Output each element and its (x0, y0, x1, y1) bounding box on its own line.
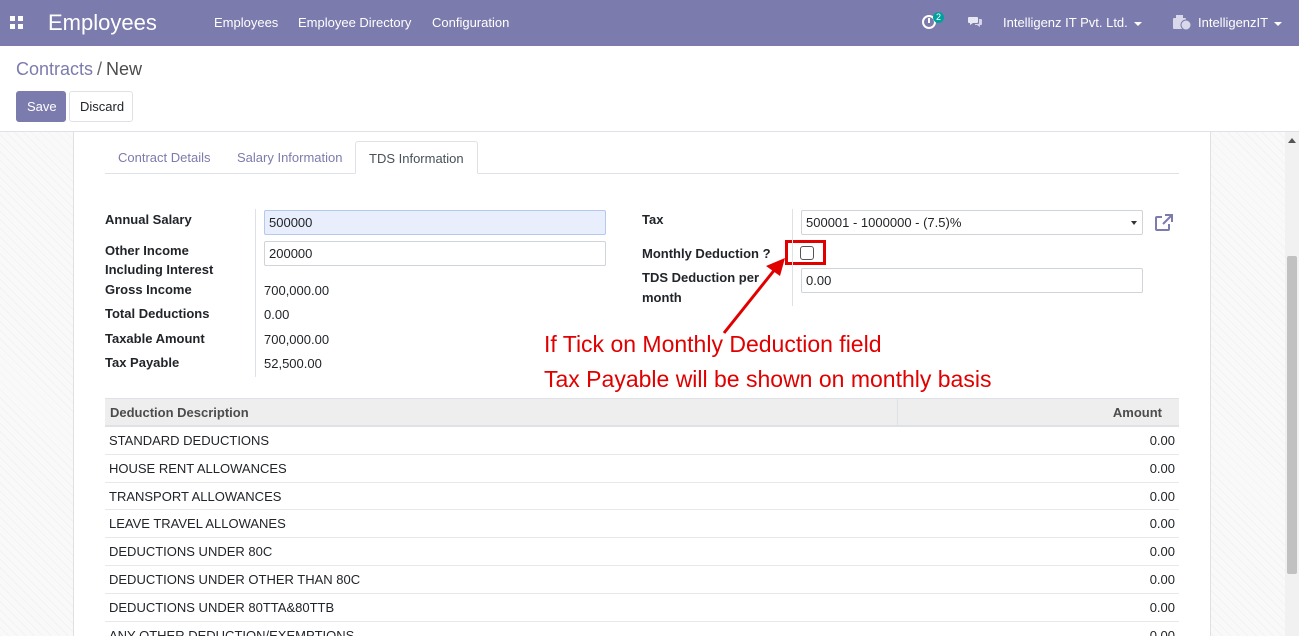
scroll-thumb[interactable] (1287, 256, 1297, 574)
deduction-description: DEDUCTIONS UNDER 80C (109, 544, 273, 560)
column-header-description[interactable]: Deduction Description (110, 399, 249, 426)
table-header: Deduction Description Amount (105, 398, 1179, 427)
tab-contract-details[interactable]: Contract Details (105, 141, 223, 174)
column-divider (897, 399, 898, 426)
discard-button[interactable]: Discard (69, 91, 133, 122)
monthly-deduction-label: Monthly Deduction ? (642, 246, 771, 261)
activity-badge: 2 (933, 12, 945, 23)
annual-salary-input[interactable]: 500000 (264, 210, 606, 235)
deduction-description: TRANSPORT ALLOWANCES (109, 488, 282, 504)
save-button[interactable]: Save (16, 91, 66, 122)
annotation-line-2: Tax Payable will be shown on monthly bas… (544, 366, 992, 392)
taxable-amount-value: 700,000.00 (264, 332, 330, 347)
gross-income-value: 700,000.00 (264, 283, 330, 298)
breadcrumb-current: New (106, 59, 143, 79)
deduction-description: ANY OTHER DEDUCTION/EXEMPTIONS (109, 627, 355, 636)
table-row[interactable]: TRANSPORT ALLOWANCES 0.00 (105, 483, 1179, 511)
tax-select-value: 500001 - 1000000 - (7.5)% (806, 215, 962, 230)
tax-payable-value: 52,500.00 (264, 356, 322, 371)
user-menu[interactable]: IntelligenzIT (1198, 15, 1283, 30)
deduction-amount: 0.00 (1149, 460, 1175, 476)
deduction-amount: 0.00 (1149, 544, 1175, 560)
gross-income-label: Gross Income (105, 282, 192, 297)
tds-deduction-input[interactable]: 0.00 (801, 268, 1143, 293)
company-icon (1173, 15, 1192, 30)
vertical-scrollbar[interactable] (1285, 132, 1299, 636)
table-row[interactable]: LEAVE TRAVEL ALLOWANES 0.00 (105, 510, 1179, 539)
deduction-description: DEDUCTIONS UNDER 80TTA&80TTB (109, 599, 335, 615)
table-row[interactable]: STANDARD DEDUCTIONS 0.00 (105, 427, 1179, 455)
deductions-table: Deduction Description Amount STANDARD DE… (105, 398, 1179, 636)
chevron-down-icon (1274, 21, 1283, 26)
other-income-label-line2: Including Interest (105, 262, 214, 277)
tax-label: Tax (642, 212, 664, 227)
deduction-amount: 0.00 (1149, 571, 1175, 587)
deduction-amount: 0.00 (1149, 433, 1175, 448)
deduction-description: LEAVE TRAVEL ALLOWANES (109, 516, 286, 532)
total-deductions-value: 0.00 (264, 307, 290, 322)
tds-deduction-label-line2: month (642, 290, 682, 305)
apps-menu-icon[interactable] (10, 16, 23, 29)
deduction-description: DEDUCTIONS UNDER OTHER THAN 80C (109, 571, 361, 587)
deduction-amount: 0.00 (1149, 488, 1175, 504)
total-deductions-label: Total Deductions (105, 306, 210, 321)
table-row[interactable]: DEDUCTIONS UNDER 80TTA&80TTB 0.00 (105, 594, 1179, 622)
table-row[interactable]: HOUSE RENT ALLOWANCES 0.00 (105, 455, 1179, 483)
table-row[interactable]: DEDUCTIONS UNDER OTHER THAN 80C 0.00 (105, 566, 1179, 594)
right-column-separator (792, 209, 793, 306)
tab-salary-information[interactable]: Salary Information (224, 141, 356, 174)
breadcrumb-contracts[interactable]: Contracts (16, 59, 93, 79)
tax-payable-label: Tax Payable (105, 355, 180, 370)
tax-select[interactable]: 500001 - 1000000 - (7.5)% (801, 210, 1143, 235)
annotation-line-1: If Tick on Monthly Deduction field (544, 331, 882, 357)
control-panel: Contracts / New Save Discard (0, 46, 1299, 132)
deduction-amount: 0.00 (1149, 627, 1175, 636)
scroll-up-icon[interactable] (1288, 138, 1296, 143)
table-row[interactable]: DEDUCTIONS UNDER 80C 0.00 (105, 538, 1179, 566)
company-name: Intelligenz IT Pvt. Ltd. (1003, 15, 1128, 30)
column-header-amount[interactable]: Amount (1113, 399, 1162, 426)
app-title[interactable]: Employees (48, 10, 157, 36)
deduction-description: HOUSE RENT ALLOWANCES (109, 460, 287, 476)
tds-deduction-label-line1: TDS Deduction per (642, 270, 760, 285)
deduction-amount: 0.00 (1149, 516, 1175, 532)
table-row[interactable]: ANY OTHER DEDUCTION/EXEMPTIONS 0.00 (105, 622, 1179, 636)
deduction-amount: 0.00 (1149, 599, 1175, 615)
taxable-amount-label: Taxable Amount (105, 331, 205, 346)
breadcrumb: Contracts / New (16, 59, 142, 80)
other-income-label-line1: Other Income (105, 243, 189, 258)
external-link-icon[interactable] (1154, 213, 1174, 232)
chat-icon[interactable] (968, 16, 983, 28)
chevron-down-icon (1131, 221, 1137, 225)
table-body: STANDARD DEDUCTIONS 0.00 HOUSE RENT ALLOWA… (105, 427, 1179, 636)
menu-employee-directory[interactable]: Employee Directory (298, 15, 411, 30)
other-income-input[interactable]: 200000 (264, 241, 606, 266)
chevron-down-icon (1133, 21, 1142, 26)
deduction-description: STANDARD DEDUCTIONS (109, 433, 270, 448)
left-column-separator (255, 209, 256, 377)
breadcrumb-separator: / (97, 59, 103, 79)
annual-salary-label: Annual Salary (105, 212, 192, 227)
menu-employees[interactable]: Employees (214, 15, 278, 30)
tab-tds-information[interactable]: TDS Information (355, 141, 478, 174)
menu-configuration[interactable]: Configuration (432, 15, 509, 30)
company-switcher[interactable]: Intelligenz IT Pvt. Ltd. (1003, 15, 1142, 30)
top-navbar: Employees Employees Employee Directory C… (0, 0, 1299, 46)
user-name: IntelligenzIT (1198, 15, 1269, 30)
